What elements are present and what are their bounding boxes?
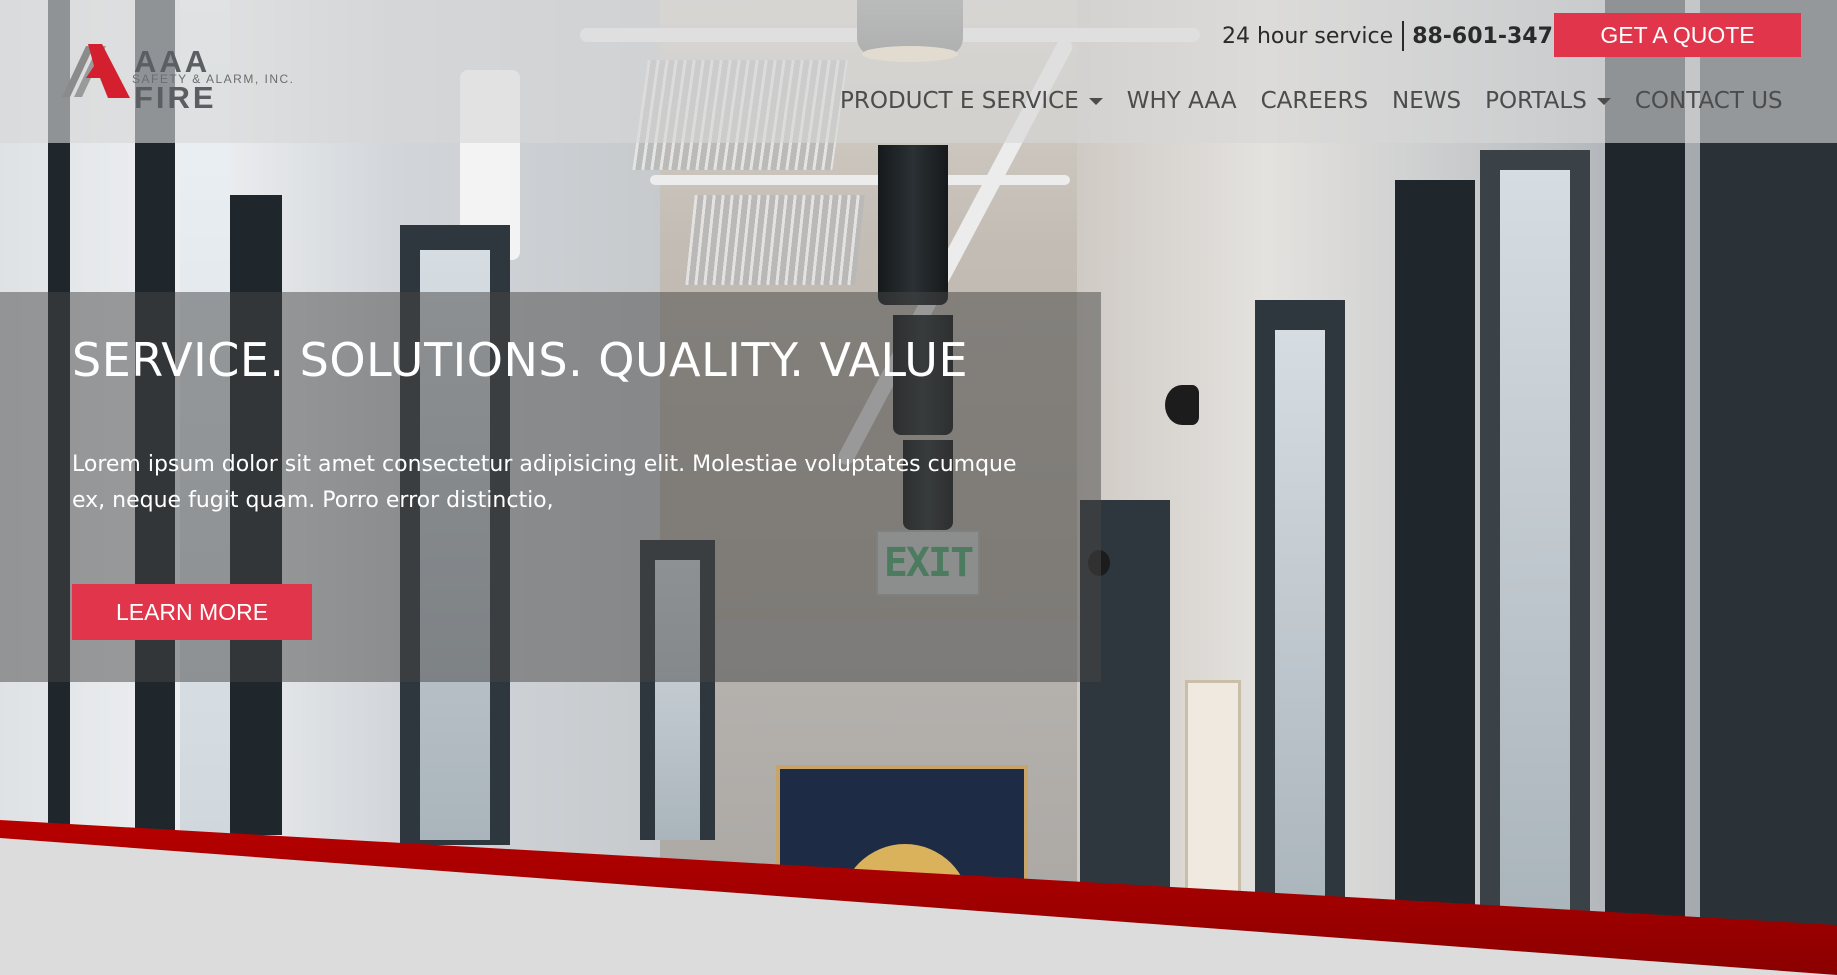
hero-description: Lorem ipsum dolor sit amet consectetur a… (72, 452, 1017, 513)
site-logo[interactable]: AAA FIRE SAFETY & ALARM, INC. (60, 42, 300, 115)
bottom-slanted-band (0, 820, 1837, 975)
nav-item-news[interactable]: NEWS (1392, 88, 1461, 114)
learn-more-button[interactable]: LEARN MORE (72, 584, 312, 640)
get-a-quote-button[interactable]: GET A QUOTE (1554, 13, 1801, 57)
nav-item-label: NEWS (1392, 88, 1462, 114)
phone-link[interactable]: 88-601-3473 (1412, 24, 1568, 49)
service-hours-text: 24 hour service (1222, 23, 1394, 49)
nav-item-product-service[interactable]: PRODUCT E SERVICE (840, 88, 1103, 114)
nav-item-label: WHY AAA (1126, 88, 1237, 114)
top-contact: 24 hour service 88-601-3473 (1222, 20, 1568, 52)
nav-item-label: CONTACT US (1634, 88, 1783, 114)
main-nav: PRODUCT E SERVICE WHY AAA CAREERS NEWS P… (840, 84, 1783, 118)
nav-item-portals[interactable]: PORTALS (1485, 88, 1611, 114)
nav-item-careers[interactable]: CAREERS (1261, 88, 1368, 114)
contact-divider (1402, 21, 1405, 51)
nav-item-contact-us[interactable]: CONTACT US (1635, 88, 1783, 114)
nav-item-why-aaa[interactable]: WHY AAA (1127, 88, 1237, 114)
chevron-down-icon (1596, 97, 1611, 105)
site-header: AAA FIRE SAFETY & ALARM, INC. 24 hour se… (0, 0, 1837, 143)
nav-item-label: PRODUCT E SERVICE (840, 88, 1079, 114)
chevron-down-icon (1088, 97, 1103, 105)
brand-tagline: SAFETY & ALARM, INC. (132, 72, 295, 86)
nav-item-label: CAREERS (1260, 88, 1369, 114)
nav-item-label: PORTALS (1485, 88, 1587, 114)
hero-title: SERVICE. SOLUTIONS. QUALITY. VALUE (72, 333, 969, 387)
flame-logo-icon (62, 44, 130, 98)
